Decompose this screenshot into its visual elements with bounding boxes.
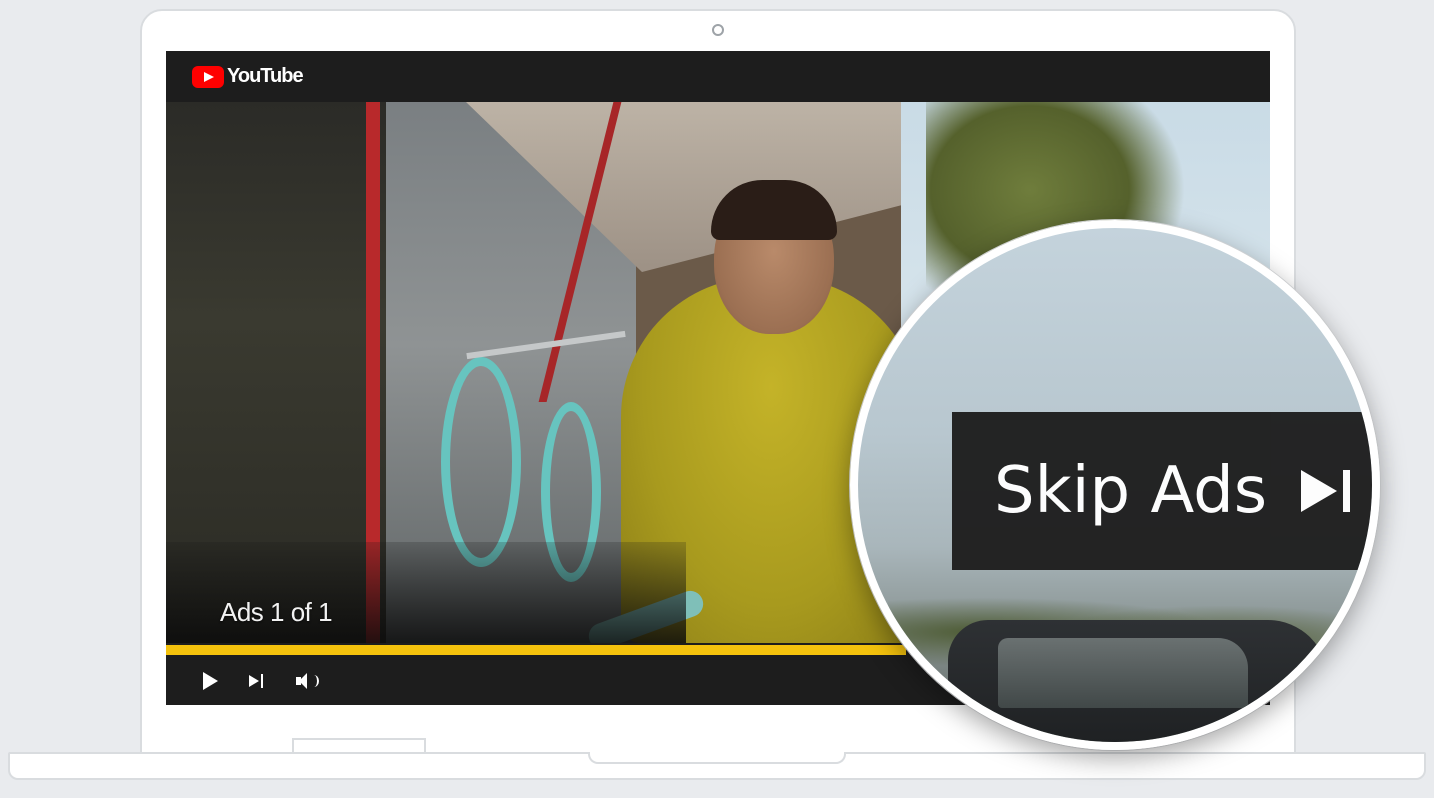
ad-counter-label: Ads 1 of 1	[220, 597, 333, 627]
scene-bike-wheel-front	[441, 357, 521, 567]
laptop-hinge-tab	[292, 738, 426, 752]
magnifier-car-window	[998, 638, 1248, 708]
skip-ads-label: Skip Ads	[994, 454, 1268, 528]
volume-icon[interactable]	[294, 669, 319, 693]
laptop-base-notch	[588, 752, 846, 764]
ad-progress-fill	[166, 645, 906, 655]
volume-icon-cone	[299, 673, 307, 689]
skip-ads-button[interactable]: Skip Ads	[952, 412, 1372, 570]
laptop-camera	[712, 24, 724, 36]
youtube-play-icon	[192, 65, 224, 88]
skip-next-icon	[1301, 466, 1361, 516]
youtube-wordmark: YouTube	[227, 65, 304, 87]
volume-icon-wave	[309, 675, 319, 687]
play-icon[interactable]	[200, 669, 224, 693]
next-icon[interactable]	[246, 669, 270, 693]
youtube-logo[interactable]: YouTube	[192, 65, 304, 88]
player-header: YouTube	[166, 51, 1270, 102]
magnifier-callout: Skip Ads	[850, 220, 1380, 750]
